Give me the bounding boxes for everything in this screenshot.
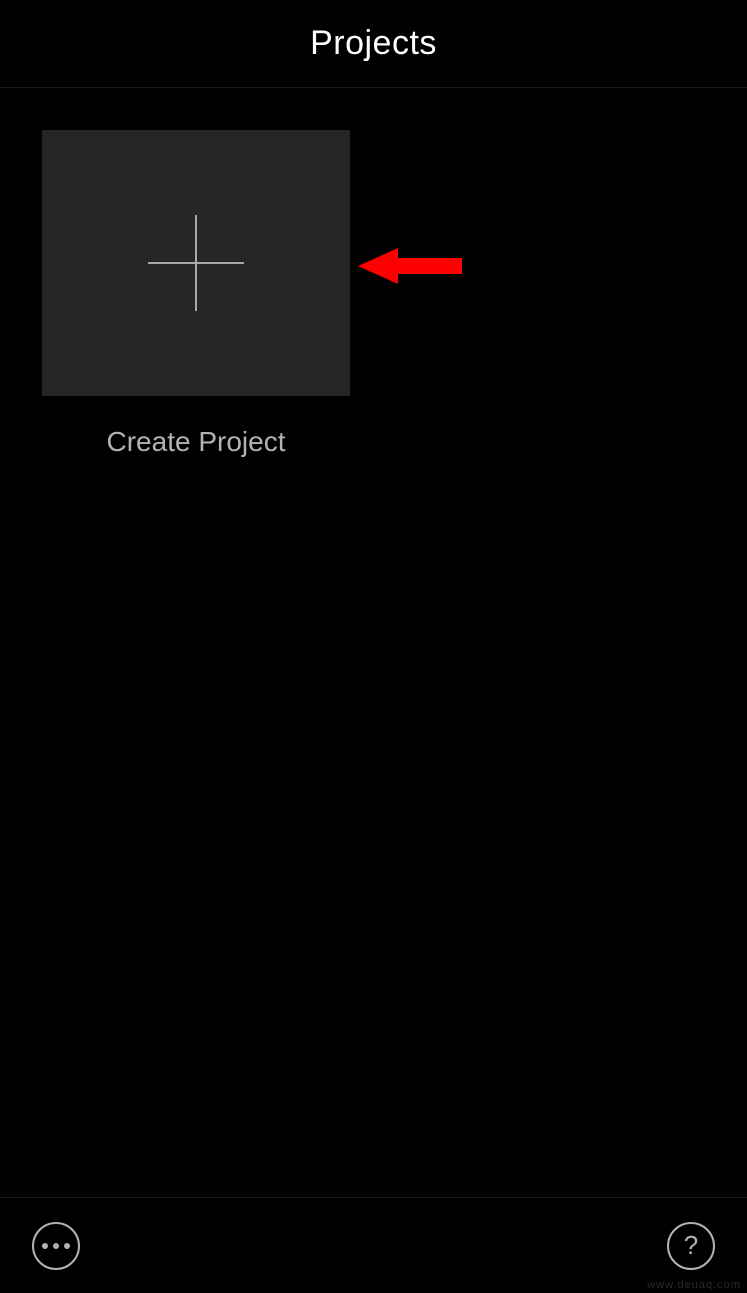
page-title: Projects [310, 24, 437, 63]
header-bar: Projects [0, 0, 747, 88]
plus-icon [148, 215, 244, 311]
create-project-tile[interactable] [42, 130, 350, 396]
more-options-button[interactable] [32, 1222, 80, 1270]
create-project-label: Create Project [42, 426, 350, 458]
ellipsis-icon [42, 1243, 70, 1249]
help-button[interactable]: ? [667, 1222, 715, 1270]
question-icon: ? [684, 1230, 698, 1261]
content-area: Create Project [0, 88, 747, 500]
watermark: www.deuaq.com [647, 1279, 741, 1291]
footer-bar: ? [0, 1197, 747, 1293]
